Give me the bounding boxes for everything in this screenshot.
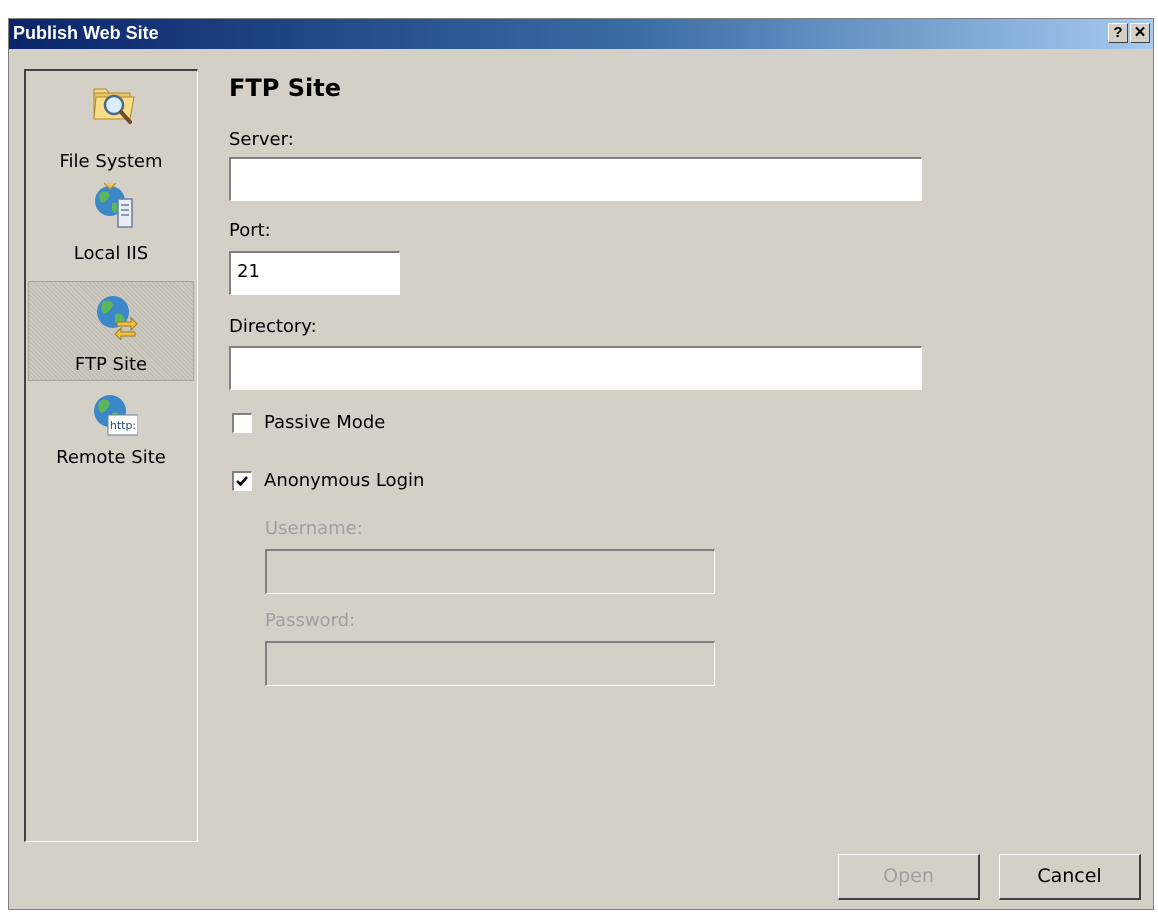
username-input[interactable] — [265, 549, 715, 594]
globe-server-icon — [95, 182, 133, 228]
sidebar-item-file-system[interactable]: File System — [28, 73, 194, 173]
folder-search-icon — [93, 88, 135, 124]
port-input[interactable]: 21 — [229, 251, 400, 295]
cancel-button[interactable]: Cancel — [999, 854, 1141, 900]
background-window-edge — [0, 0, 8, 913]
anonymous-login-checkbox[interactable] — [232, 471, 252, 491]
publish-target-sidebar: File System Local IIS FTP Site http: Rem… — [24, 69, 198, 842]
directory-input[interactable] — [229, 346, 922, 390]
checkmark-icon — [236, 476, 248, 487]
server-label: Server: — [229, 129, 294, 150]
password-label: Password: — [265, 610, 356, 631]
open-button[interactable]: Open — [838, 854, 980, 900]
sidebar-item-label: Local IIS — [73, 243, 149, 264]
publish-web-site-dialog: Publish Web Site ? ✕ File System Local I… — [8, 18, 1154, 910]
server-input[interactable] — [229, 157, 922, 201]
passive-mode-checkbox[interactable] — [232, 413, 252, 433]
sidebar-item-local-iis[interactable]: Local IIS — [28, 175, 194, 275]
password-input[interactable] — [265, 641, 715, 686]
sidebar-item-label: FTP Site — [74, 354, 148, 375]
sidebar-item-ftp-site[interactable]: FTP Site — [28, 281, 194, 381]
close-button[interactable]: ✕ — [1130, 23, 1150, 43]
window-title: Publish Web Site — [13, 23, 159, 43]
page-title: FTP Site — [229, 74, 341, 102]
username-label: Username: — [265, 518, 363, 539]
sidebar-item-label: File System — [59, 151, 163, 172]
globe-http-icon: http: — [94, 395, 138, 436]
directory-label: Directory: — [229, 316, 317, 337]
passive-mode-label: Passive Mode — [264, 412, 386, 433]
help-button[interactable]: ? — [1108, 23, 1128, 43]
anonymous-login-label: Anonymous Login — [264, 470, 425, 491]
globe-transfer-icon — [97, 296, 138, 340]
title-bar[interactable]: Publish Web Site ? ✕ — [9, 19, 1153, 49]
port-label: Port: — [229, 220, 271, 241]
svg-text:http:: http: — [110, 419, 136, 432]
sidebar-item-remote-site[interactable]: http: Remote Site — [28, 385, 194, 485]
sidebar-item-label: Remote Site — [56, 447, 166, 468]
